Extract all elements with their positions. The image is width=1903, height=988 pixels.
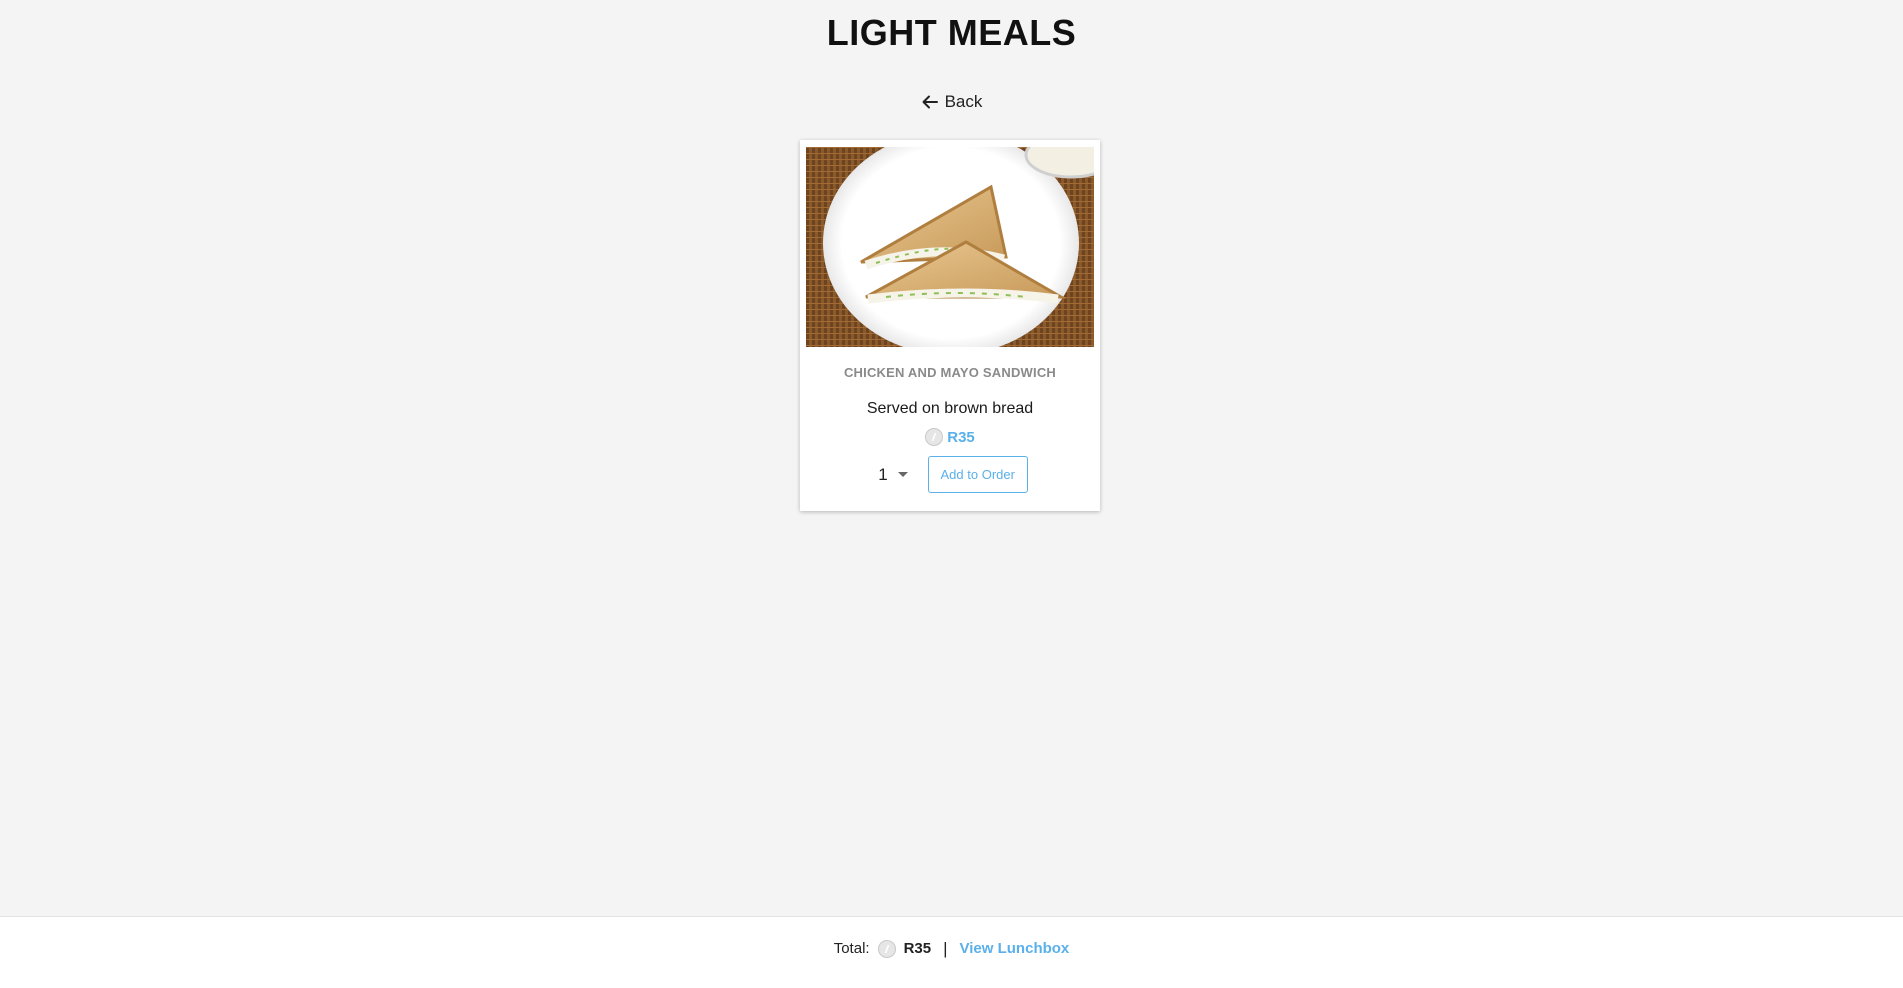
product-price-value: R35	[947, 428, 975, 446]
product-name: CHICKEN AND MAYO SANDWICH	[843, 365, 1057, 380]
page-title: LIGHT MEALS	[826, 12, 1077, 53]
total-value: R35	[903, 940, 932, 957]
back-link-row: Back	[0, 92, 1903, 112]
product-card: CHICKEN AND MAYO SANDWICH Served on brow…	[800, 140, 1100, 511]
back-label: Back	[944, 92, 983, 111]
footer-separator: |	[943, 938, 948, 958]
coin-icon	[877, 939, 896, 958]
view-lunchbox-link[interactable]: View Lunchbox	[960, 940, 1070, 957]
quantity-select[interactable]: 1	[872, 461, 913, 489]
product-description: Served on brown bread	[866, 400, 1034, 417]
add-to-order-button[interactable]: Add to Order	[927, 456, 1028, 493]
coin-icon	[925, 428, 944, 446]
product-price: R35	[806, 428, 1094, 446]
chevron-down-icon	[897, 472, 908, 477]
back-button[interactable]: Back	[921, 92, 983, 112]
sandwich-image	[806, 147, 1094, 347]
card-actions: 1 Add to Order	[806, 456, 1094, 493]
order-footer: Total: R35 | View Lunchbox	[0, 916, 1903, 988]
total-label: Total:	[833, 940, 870, 957]
quantity-value: 1	[878, 464, 888, 484]
arrow-left-icon	[922, 95, 938, 109]
